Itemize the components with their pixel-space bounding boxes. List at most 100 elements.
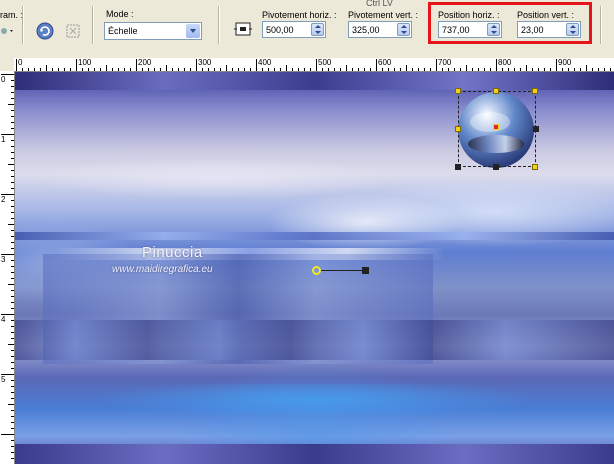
ruler-tick (592, 68, 593, 71)
ruler-tick (472, 68, 473, 71)
ruler-tick (11, 170, 14, 171)
ruler-tick (532, 68, 533, 71)
ruler-tick (11, 200, 14, 201)
ruler-label: 500 (318, 58, 332, 67)
ruler-tick (11, 446, 14, 447)
ruler-tick (322, 68, 323, 71)
ruler-tick (214, 68, 215, 71)
ruler-tick (256, 59, 257, 71)
ruler-tick (508, 68, 509, 71)
ruler-tick (11, 80, 14, 81)
ruler-tick (580, 68, 581, 71)
rotation-arm (321, 270, 365, 271)
pivot-v-field[interactable] (348, 21, 412, 38)
ruler-tick (178, 68, 179, 71)
edge-handle[interactable] (493, 164, 499, 170)
red-highlight-box (428, 2, 592, 44)
edge-handle[interactable] (455, 126, 461, 132)
ruler-tick (208, 68, 209, 71)
corner-handle[interactable] (532, 164, 538, 170)
ruler-tick (11, 266, 14, 267)
spinner-icon[interactable] (397, 23, 410, 36)
corner-handle[interactable] (455, 164, 461, 170)
ruler-label: 800 (498, 58, 512, 67)
vertical-ruler: 0 1 2 3 4 5 (0, 71, 15, 464)
ruler-tick (346, 65, 347, 71)
ruler-tick (520, 68, 521, 71)
ruler-tick (11, 230, 14, 231)
ruler-tick (11, 86, 14, 87)
ruler-tick (11, 356, 14, 357)
ruler-tick (11, 110, 14, 111)
ruler-tick (11, 368, 14, 369)
edge-handle[interactable] (493, 88, 499, 94)
ruler-tick (11, 296, 14, 297)
ruler-tick (11, 272, 14, 273)
ruler-tick (8, 344, 14, 345)
ruler-tick (274, 68, 275, 71)
dark-stripe (15, 320, 614, 360)
reset-icon[interactable] (36, 22, 54, 40)
ruler-tick (11, 440, 14, 441)
partial-label: ram. : (0, 10, 24, 20)
ruler-tick (64, 68, 65, 71)
ruler-tick (76, 59, 77, 71)
spinner-icon[interactable] (311, 23, 324, 36)
pivot-h-label: Pivotement horiz. : (262, 10, 337, 20)
ruler-tick (328, 68, 329, 71)
ruler-tick (11, 422, 14, 423)
ruler-tick (8, 104, 14, 105)
ruler-label: 3 (1, 255, 6, 264)
transform-icon[interactable] (64, 22, 82, 40)
ruler-tick (352, 68, 353, 71)
ruler-tick (196, 59, 197, 71)
ruler-tick (11, 242, 14, 243)
pivot-h-field[interactable] (262, 21, 326, 38)
ruler-tick (394, 68, 395, 71)
ruler-tick (610, 68, 611, 71)
ruler-tick (58, 68, 59, 71)
separator (600, 6, 602, 44)
ruler-tick (202, 68, 203, 71)
ruler-label: 0 (18, 58, 23, 67)
ruler-tick (454, 68, 455, 71)
ruler-tick (478, 68, 479, 71)
ruler-tick (136, 59, 137, 71)
ruler-tick (11, 386, 14, 387)
ruler-tick (568, 68, 569, 71)
ruler-tick (11, 338, 14, 339)
ruler-tick (11, 218, 14, 219)
preset-dropdown-icon[interactable] (0, 24, 16, 38)
ruler-tick (11, 458, 14, 459)
ruler-tick (382, 68, 383, 71)
ruler-tick (11, 128, 14, 129)
ruler-tick (16, 59, 17, 71)
ruler-tick (556, 59, 557, 71)
ruler-tick (316, 59, 317, 71)
ruler-label: 600 (378, 58, 392, 67)
chevron-down-icon[interactable] (186, 24, 200, 38)
pivot-point-handle[interactable] (312, 266, 321, 275)
center-handle[interactable] (493, 124, 499, 130)
corner-handle[interactable] (455, 88, 461, 94)
edge-handle[interactable] (533, 126, 539, 132)
ruler-tick (106, 65, 107, 71)
separator (92, 6, 94, 44)
ruler-tick (166, 65, 167, 71)
mode-select[interactable]: Échelle (104, 22, 202, 40)
ruler-tick (118, 68, 119, 71)
ruler-tick (172, 68, 173, 71)
ruler-tick (586, 65, 587, 71)
ruler-tick (484, 68, 485, 71)
rotation-handle[interactable] (362, 267, 369, 274)
pivot-center-icon[interactable] (234, 20, 252, 38)
ruler-tick (11, 158, 14, 159)
ruler-tick (11, 380, 14, 381)
ruler-tick (370, 68, 371, 71)
corner-handle[interactable] (532, 88, 538, 94)
ruler-tick (11, 248, 14, 249)
ruler-label: 200 (138, 58, 152, 67)
ruler-tick (11, 416, 14, 417)
ruler-tick (142, 68, 143, 71)
top-band (15, 72, 614, 90)
